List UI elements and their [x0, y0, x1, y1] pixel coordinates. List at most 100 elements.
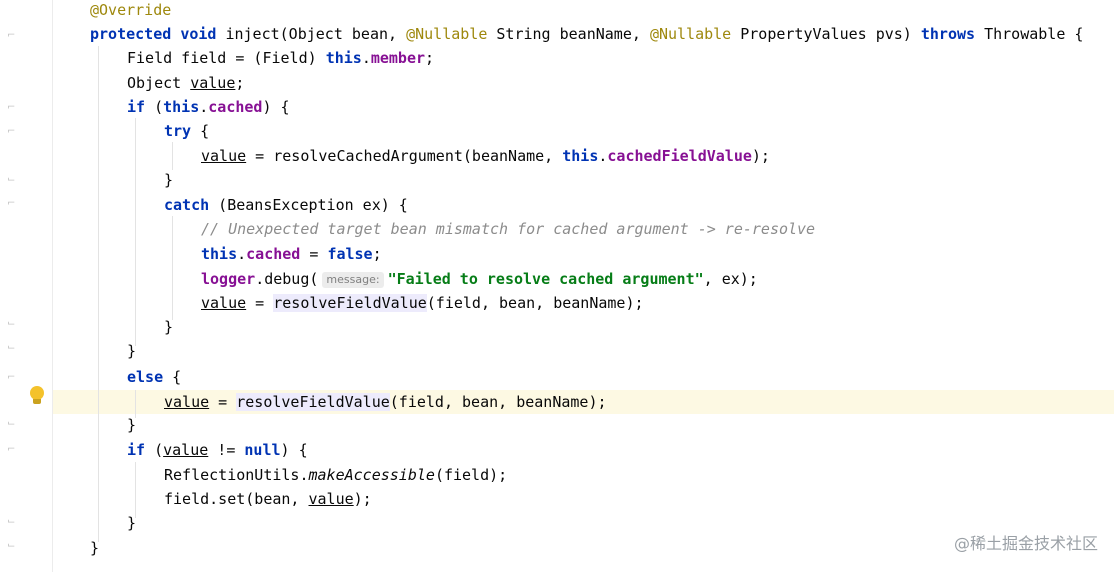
keyword: this — [562, 147, 599, 165]
keyword: try — [164, 122, 192, 140]
code-line[interactable]: } — [127, 413, 136, 437]
code-text: Field field = (Field) — [127, 49, 326, 67]
parameter-hint: message: — [322, 272, 384, 288]
code-text: ) { — [280, 441, 308, 459]
field-reference: cached — [208, 98, 263, 116]
editor-gutter[interactable]: ⌐ ⌐ ⌐ ⌙ ⌐ ⌙ ⌙ ⌐ ⌙ ⌐ ⌙ ⌙ — [0, 0, 53, 572]
field-reference: cachedFieldValue — [607, 147, 752, 165]
keyword: this — [201, 245, 238, 263]
indent-guide — [135, 118, 136, 346]
field-reference: cached — [246, 245, 301, 263]
code-line[interactable]: if (value != null) { — [127, 438, 308, 462]
code-line[interactable]: } — [164, 168, 173, 192]
code-line[interactable]: } — [127, 339, 136, 363]
keyword: protected — [90, 25, 172, 43]
indent-guide — [172, 216, 173, 320]
fold-icon[interactable]: ⌐ — [7, 30, 16, 42]
code-line[interactable]: // Unexpected target bean mismatch for c… — [201, 217, 815, 241]
lightbulb-icon[interactable] — [29, 386, 45, 406]
code-text: = — [246, 294, 274, 312]
code-line[interactable]: protected void inject(Object bean, @Null… — [90, 22, 1083, 46]
fold-icon[interactable]: ⌙ — [7, 318, 16, 330]
string-literal: "Failed to resolve cached argument" — [387, 270, 704, 288]
code-text: (field, bean, beanName); — [426, 294, 644, 312]
code-text: } — [164, 171, 174, 189]
watermark: @稀土掘金技术社区 — [953, 534, 1098, 553]
annotation: @Override — [90, 1, 172, 19]
field-reference: member — [370, 49, 426, 67]
fold-icon[interactable]: ⌙ — [7, 174, 16, 186]
fold-icon[interactable]: ⌐ — [7, 372, 16, 384]
code-text: = — [300, 245, 328, 263]
code-text: PropertyValues pvs) — [731, 25, 921, 43]
indent-guide — [135, 462, 136, 518]
code-line[interactable]: value = resolveCachedArgument(beanName, … — [201, 144, 770, 168]
code-text: } — [164, 318, 174, 336]
code-text: String beanName, — [487, 25, 650, 43]
code-line[interactable]: field.set(bean, value); — [164, 487, 372, 511]
code-line[interactable]: } — [127, 511, 136, 535]
fold-icon[interactable]: ⌙ — [7, 418, 16, 430]
code-text: field.set(bean, — [164, 490, 309, 508]
code-text: } — [127, 342, 137, 360]
keyword: this — [325, 49, 362, 67]
code-text: = resolveCachedArgument(beanName, — [246, 147, 563, 165]
keyword: catch — [164, 196, 210, 214]
code-line[interactable]: ReflectionUtils.makeAccessible(field); — [164, 463, 507, 487]
code-text: } — [127, 514, 137, 532]
fold-icon[interactable]: ⌐ — [7, 444, 16, 456]
keyword: false — [327, 245, 373, 263]
code-text: . — [237, 245, 247, 263]
annotation: @Nullable — [649, 25, 732, 43]
code-line[interactable]: this.cached = false; — [201, 242, 382, 266]
fold-icon[interactable]: ⌙ — [7, 540, 16, 552]
code-line[interactable]: value = resolveFieldValue(field, bean, b… — [201, 291, 644, 315]
code-text: } — [90, 539, 100, 557]
code-text: . — [361, 49, 371, 67]
fold-icon[interactable]: ⌐ — [7, 126, 16, 138]
code-text: ; — [372, 245, 382, 263]
variable: value — [308, 490, 354, 508]
code-text: = — [209, 393, 237, 411]
code-text: ); — [353, 490, 372, 508]
code-editor[interactable]: ⌐ ⌐ ⌐ ⌙ ⌐ ⌙ ⌙ ⌐ ⌙ ⌐ ⌙ ⌙ @Override protec… — [0, 0, 1114, 572]
annotation: @Nullable — [406, 25, 488, 43]
fold-icon[interactable]: ⌐ — [7, 102, 16, 114]
code-line[interactable]: } — [164, 315, 173, 339]
code-line[interactable]: catch (BeansException ex) { — [164, 193, 408, 217]
code-line[interactable]: Field field = (Field) this.member; — [127, 46, 434, 70]
keyword: throws — [920, 25, 976, 43]
fold-icon[interactable]: ⌐ — [7, 198, 16, 210]
code-text: Object — [127, 74, 191, 92]
code-text: ; — [235, 74, 245, 92]
code-text: ( — [145, 441, 164, 459]
code-text: (field); — [434, 466, 508, 484]
code-text: ReflectionUtils. — [164, 466, 309, 484]
code-text: { — [163, 368, 182, 386]
keyword: null — [244, 441, 281, 459]
code-text: Throwable { — [975, 25, 1084, 43]
code-line[interactable]: Object value; — [127, 71, 244, 95]
code-line[interactable]: value = resolveFieldValue(field, bean, b… — [164, 390, 607, 414]
code-text: ( — [145, 98, 164, 116]
code-line[interactable]: try { — [164, 119, 209, 143]
code-line[interactable]: } — [90, 536, 99, 560]
indent-guide — [172, 142, 173, 170]
code-line[interactable]: @Override — [90, 0, 171, 22]
fold-icon[interactable]: ⌙ — [7, 342, 16, 354]
keyword: if — [127, 441, 146, 459]
comment: // Unexpected target bean mismatch for c… — [201, 220, 816, 238]
variable: value — [190, 74, 236, 92]
code-text: (field, bean, beanName); — [389, 393, 607, 411]
code-text: { — [191, 122, 210, 140]
code-text: != — [208, 441, 245, 459]
code-line[interactable]: else { — [127, 365, 181, 389]
keyword: else — [127, 368, 164, 386]
code-line[interactable]: logger.debug(message: "Failed to resolve … — [201, 267, 758, 291]
code-text: (BeansException ex) { — [209, 196, 408, 214]
code-line[interactable]: if (this.cached) { — [127, 95, 290, 119]
code-text: ); — [751, 147, 770, 165]
fold-icon[interactable]: ⌙ — [7, 516, 16, 528]
keyword: if — [127, 98, 146, 116]
variable: value — [163, 441, 209, 459]
